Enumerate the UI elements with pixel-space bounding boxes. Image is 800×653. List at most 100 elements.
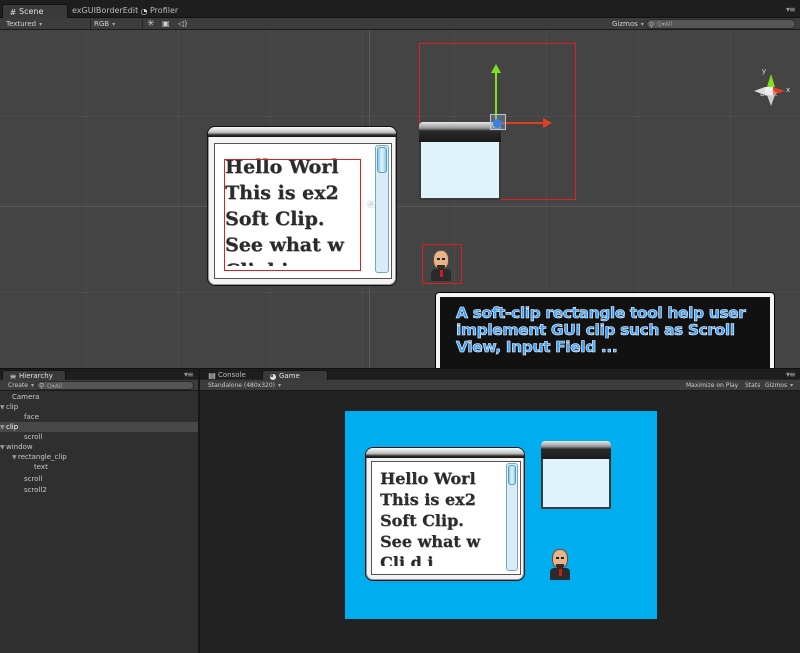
hierarchy-search-input[interactable]: Q▾All (36, 381, 194, 391)
color-mode-label: RGB (94, 20, 110, 28)
maximize-on-play-toggle[interactable]: Maximize on Play (686, 380, 738, 391)
hierarchy-item-scroll[interactable]: scroll (0, 474, 198, 484)
axis-x-label: x (786, 86, 791, 94)
tab-profiler-label: Profiler (150, 6, 179, 15)
hierarchy-item-label: rectangle_clip (18, 453, 67, 461)
sprite-eye (556, 557, 559, 559)
color-mode-dropdown[interactable]: RGB (94, 18, 138, 30)
panel-titlebar (541, 441, 611, 459)
pane-menu-icon[interactable]: ▾≡ (786, 5, 796, 14)
gui-window-titlebar (366, 448, 524, 458)
pane-menu-icon[interactable]: ▾≡ (786, 370, 796, 379)
tab-border-editor[interactable]: exGUIBorderEdit (66, 4, 138, 18)
game-character-sprite (547, 547, 573, 581)
scene-view[interactable]: Hello Worl This is ex2 Soft Clip. See wh… (0, 30, 800, 368)
hierarchy-item-clip-selected[interactable]: ▼clip (0, 422, 198, 432)
audio-toggle-icon[interactable]: ◁) (178, 18, 187, 30)
tab-console-label: Console (218, 371, 246, 379)
grid-icon: # (9, 8, 17, 17)
render-mode-dropdown[interactable]: Textured (6, 18, 86, 30)
game-soft-clip-text: Hello Worl This is ex2 Soft Clip. See wh… (380, 468, 502, 566)
tab-hierarchy-label: Hierarchy (19, 372, 53, 380)
scene-scrollbar[interactable] (375, 145, 389, 273)
tab-game-label: Game (279, 372, 300, 380)
render-mode-label: Textured (6, 20, 37, 28)
move-x-arrow-icon[interactable] (500, 118, 552, 128)
stats-label: Stats (745, 382, 761, 389)
image-toggle-icon[interactable]: ▣ (162, 18, 170, 30)
hierarchy-item-text[interactable]: text (0, 462, 198, 472)
panel-body (541, 459, 611, 509)
editor-tab-strip: # Scene exGUIBorderEdit ◔ Profiler ▾≡ (0, 0, 800, 18)
create-dropdown[interactable]: Create (8, 380, 34, 391)
game-view[interactable]: Hello Worl This is ex2 Soft Clip. See wh… (200, 391, 800, 653)
stats-toggle[interactable]: Stats (745, 380, 760, 391)
hierarchy-tree: Camera ▼clip face ▼clip scroll ▼window ▼… (0, 391, 198, 653)
gizmos-label: Gizmos (612, 20, 638, 28)
gui-window-content: Hello Worl This is ex2 Soft Clip. See wh… (371, 461, 521, 575)
gui-text-line: Soft Clip. (380, 511, 464, 530)
hierarchy-item-scroll2[interactable]: scroll2 (0, 485, 198, 495)
hierarchy-item-face[interactable]: face (0, 412, 198, 422)
scene-search-input[interactable]: Q▾All (646, 19, 796, 30)
axis-y-cone-icon[interactable] (767, 74, 775, 87)
tab-scene[interactable]: # Scene (2, 4, 68, 18)
tab-scene-label: Scene (19, 7, 44, 16)
hierarchy-item-label: window (6, 443, 33, 451)
hierarchy-item-camera[interactable]: Camera (0, 392, 198, 402)
tab-border-editor-label: exGUIBorderEdit (72, 6, 138, 15)
sprite-tie (440, 270, 443, 277)
scene-panel[interactable] (419, 122, 501, 200)
hierarchy-toolbar: Create Q▾All (0, 380, 198, 391)
panel-titlebar (419, 122, 501, 142)
game-canvas: Hello Worl This is ex2 Soft Clip. See wh… (345, 411, 657, 619)
panel-body (419, 142, 501, 200)
gui-text-line: See what w (380, 532, 480, 551)
resolution-dropdown[interactable]: Standalone (480x320) (208, 380, 281, 391)
hierarchy-item-label: scroll (24, 475, 43, 483)
game-gizmos-dropdown[interactable]: Gizmos (765, 380, 793, 391)
console-icon: ▤ (208, 371, 216, 380)
hierarchy-item-label: scroll2 (24, 486, 47, 494)
toolbar-separator (142, 19, 143, 29)
gizmos-dropdown[interactable]: Gizmos (612, 18, 644, 30)
gui-text-line: Cli d i (380, 553, 434, 566)
axis-y-label: y (762, 67, 767, 75)
hierarchy-item-label: scroll (24, 433, 43, 441)
sprite-eye (442, 258, 445, 260)
scene-gui-window[interactable]: Hello Worl This is ex2 Soft Clip. See wh… (207, 126, 397, 286)
hierarchy-item-label: Camera (12, 393, 40, 401)
gui-text-line: Hello Worl (380, 469, 476, 488)
hierarchy-item-rectangle-clip[interactable]: ▼rectangle_clip (0, 452, 198, 462)
scrollbar-thumb[interactable] (377, 147, 387, 173)
scene-axis-line (0, 206, 800, 207)
game-gizmos-label: Gizmos (765, 382, 788, 389)
pane-menu-icon[interactable]: ▾≡ (184, 370, 194, 379)
hierarchy-item-label: clip (6, 423, 19, 431)
scrollbar-thumb (508, 465, 516, 485)
clip-handle-icon[interactable]: ❀ (366, 197, 376, 211)
hierarchy-item-label: face (24, 413, 39, 421)
lighting-toggle-icon[interactable]: ✳ (147, 18, 155, 30)
hierarchy-item-label: text (34, 463, 48, 471)
hierarchy-tabbar: ≡ Hierarchy ▾≡ (0, 368, 198, 381)
soft-clip-rect[interactable] (224, 159, 361, 271)
hierarchy-item-scroll[interactable]: scroll (0, 432, 198, 442)
hierarchy-item-window[interactable]: ▼window (0, 442, 198, 452)
game-scrollbar (506, 463, 518, 571)
hierarchy-item-clip[interactable]: ▼clip (0, 402, 198, 412)
annotation-callout: A soft-clip rectangle tool help user imp… (436, 293, 774, 368)
hierarchy-item-label: clip (6, 403, 19, 411)
game-panel (541, 441, 611, 509)
pivot-handle-icon[interactable] (490, 114, 506, 130)
character-face-sprite[interactable] (428, 248, 454, 282)
scene-toolbar: Textured RGB ✳ ▣ ◁) Gizmos Q▾All (0, 18, 800, 30)
callout-text: A soft-clip rectangle tool help user imp… (456, 304, 747, 356)
profiler-icon: ◔ (140, 7, 148, 16)
tab-profiler[interactable]: ◔ Profiler (134, 4, 194, 18)
resolution-label: Standalone (480x320) (208, 382, 276, 389)
orientation-label: Back (760, 90, 777, 98)
gui-window-titlebar (208, 127, 396, 137)
maximize-label: Maximize on Play (686, 382, 739, 389)
sprite-eye (437, 258, 440, 260)
